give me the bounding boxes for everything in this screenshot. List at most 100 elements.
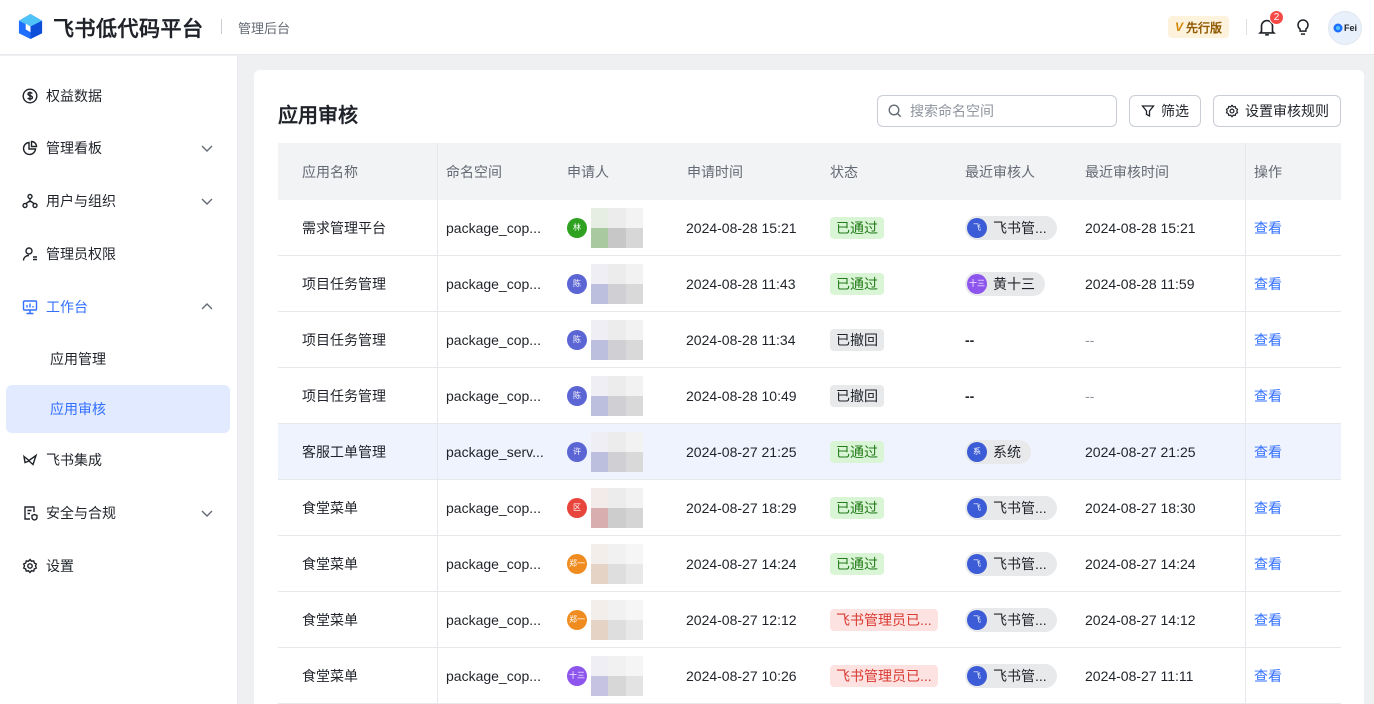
- edition-badge[interactable]: V 先行版: [1168, 16, 1230, 38]
- sidebar-item-users-org[interactable]: 用户与组织: [6, 177, 230, 225]
- app-name-cell: 食堂菜单: [302, 667, 358, 684]
- status-badge: 已通过: [830, 440, 884, 463]
- reviewer-pill: 飞飞书管...: [965, 215, 1057, 240]
- view-link[interactable]: 查看: [1254, 592, 1314, 647]
- applicant-avatar: 十三: [567, 665, 587, 686]
- reviewer-avatar: 飞: [967, 665, 987, 686]
- sidebar-item-label: 用户与组织: [46, 193, 116, 209]
- edition-label: 先行版: [1186, 20, 1223, 35]
- reviewer-pill: 飞飞书管...: [965, 495, 1057, 520]
- applicant-avatar: 郑一: [567, 553, 587, 574]
- sidebar-item-benefit-data[interactable]: 权益数据: [6, 72, 230, 120]
- brand-divider: [221, 19, 222, 34]
- applicant-name-redacted: [591, 431, 643, 472]
- app-name-cell: 项目任务管理: [302, 387, 386, 404]
- sidebar: 权益数据 管理看板 用户与组织 管理员权限 工作台 应用管理 应用审核 飞书集成…: [0, 56, 238, 704]
- last-reviewer-cell: 十三 黄十三: [965, 256, 1075, 311]
- chevron-up-icon: [201, 303, 213, 310]
- last-review-time-cell: 2024-08-28 15:21: [1085, 219, 1196, 236]
- status-cell: 飞书管理员已...: [830, 592, 955, 647]
- app-name-cell: 食堂菜单: [302, 555, 358, 572]
- view-link[interactable]: 查看: [1254, 536, 1314, 591]
- applicant-avatar: 许: [567, 441, 587, 462]
- reviewer-avatar: 飞: [967, 553, 987, 574]
- applicant-cell: 陈: [567, 256, 677, 311]
- sidebar-item-security-compliance[interactable]: 安全与合规: [6, 489, 230, 537]
- apply-time-cell: 2024-08-27 14:24: [686, 555, 797, 572]
- view-link[interactable]: 查看: [1254, 200, 1314, 255]
- user-avatar[interactable]: Fei: [1328, 11, 1362, 45]
- view-link[interactable]: 查看: [1254, 256, 1314, 311]
- lightbulb-icon[interactable]: [1293, 16, 1313, 38]
- page-title: 应用审核: [278, 105, 358, 127]
- filter-label: 筛选: [1161, 103, 1189, 119]
- sidebar-item-app-management[interactable]: 应用管理: [6, 335, 230, 383]
- applicant-cell: 陈: [567, 368, 677, 423]
- avatar-logo-icon: [1333, 23, 1343, 33]
- applicant-name-redacted: [591, 543, 643, 584]
- reviewer-name: 飞书管...: [993, 611, 1047, 628]
- reviewer-name: 飞书管...: [993, 499, 1047, 516]
- sidebar-item-label: 工作台: [46, 299, 88, 315]
- namespace-cell: package_serv...: [446, 443, 544, 460]
- sidebar-item-dashboard[interactable]: 管理看板: [6, 124, 230, 172]
- last-reviewer-empty: --: [965, 331, 975, 348]
- view-link[interactable]: 查看: [1254, 480, 1314, 535]
- apply-time-cell: 2024-08-27 10:26: [686, 667, 797, 684]
- app-name-cell: 项目任务管理: [302, 275, 386, 292]
- applicant-avatar: 陈: [567, 329, 587, 350]
- search-box[interactable]: [877, 95, 1117, 127]
- applicant-avatar: 区: [567, 497, 587, 518]
- status-badge: 已通过: [830, 272, 884, 295]
- status-cell: 已撤回: [830, 368, 955, 423]
- sidebar-item-feishu-integration[interactable]: 飞书集成: [6, 436, 230, 484]
- search-input[interactable]: [910, 103, 1100, 119]
- applicant-cell: 林: [567, 200, 677, 255]
- reviewer-avatar: 十三: [967, 273, 987, 294]
- sidebar-item-settings[interactable]: 设置: [6, 542, 230, 590]
- column-header-last-review-time: 最近审核时间: [1085, 163, 1169, 180]
- chevron-down-icon: [201, 145, 213, 152]
- shield-doc-icon: [22, 505, 38, 521]
- sidebar-item-label: 设置: [46, 558, 74, 574]
- last-reviewer-empty: --: [965, 387, 975, 404]
- view-link[interactable]: 查看: [1254, 648, 1314, 703]
- applicant-cell: 许: [567, 424, 677, 479]
- chevron-down-icon: [201, 510, 213, 517]
- applicant-avatar: 陈: [567, 385, 587, 406]
- last-review-time-cell: 2024-08-27 18:30: [1085, 499, 1196, 516]
- apply-time-cell: 2024-08-28 10:49: [686, 387, 797, 404]
- avatar-text: Fei: [1343, 23, 1357, 33]
- reviewer-avatar: 飞: [967, 497, 987, 518]
- apply-time-cell: 2024-08-28 15:21: [686, 219, 797, 236]
- last-review-time-cell: --: [1085, 387, 1095, 404]
- reviewer-avatar: 飞: [967, 217, 987, 238]
- reviewer-avatar: 飞: [967, 609, 987, 630]
- sidebar-item-admin-permissions[interactable]: 管理员权限: [6, 230, 230, 278]
- last-reviewer-cell: 系系统: [965, 424, 1075, 479]
- status-cell: 已撤回: [830, 312, 955, 367]
- last-reviewer-cell: --: [965, 312, 1075, 367]
- review-rules-button[interactable]: 设置审核规则: [1213, 95, 1341, 127]
- view-link[interactable]: 查看: [1254, 368, 1314, 423]
- sidebar-item-workbench[interactable]: 工作台: [6, 283, 230, 331]
- app-name-cell: 项目任务管理: [302, 331, 386, 348]
- view-link[interactable]: 查看: [1254, 424, 1314, 479]
- status-badge: 已撤回: [830, 384, 884, 407]
- brand-title: 飞书低代码平台: [53, 18, 204, 41]
- namespace-cell: package_cop...: [446, 331, 541, 348]
- status-badge: 飞书管理员已...: [830, 664, 938, 687]
- edition-mark: V: [1175, 20, 1184, 34]
- applicant-avatar: 林: [567, 217, 587, 238]
- sidebar-item-label: 飞书集成: [46, 452, 102, 468]
- apply-time-cell: 2024-08-27 21:25: [686, 443, 797, 460]
- status-cell: 已通过: [830, 424, 955, 479]
- view-link[interactable]: 查看: [1254, 312, 1314, 367]
- sidebar-item-app-review[interactable]: 应用审核: [6, 385, 230, 433]
- app-name-cell: 客服工单管理: [302, 443, 386, 460]
- last-review-time-cell: 2024-08-27 21:25: [1085, 443, 1196, 460]
- applicant-cell: 陈: [567, 312, 677, 367]
- chevron-down-icon: [201, 198, 213, 205]
- org-icon: [22, 193, 38, 209]
- filter-button[interactable]: 筛选: [1129, 95, 1201, 127]
